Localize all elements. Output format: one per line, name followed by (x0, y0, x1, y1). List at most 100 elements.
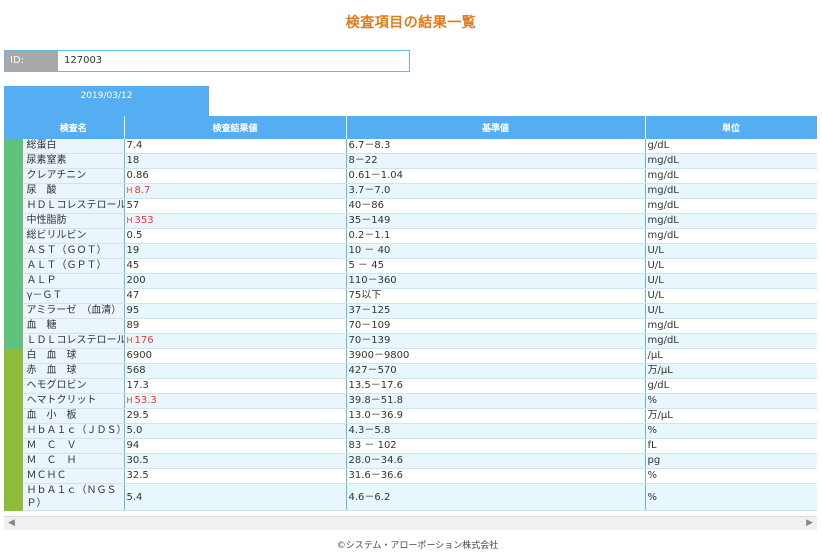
reference-range: 5 － 45 (346, 258, 646, 274)
reference-range: 13.5－17.6 (346, 378, 646, 394)
result-value: 7.4 (126, 140, 143, 151)
table-row: 尿素窒素 18 8－22 mg/dL (4, 153, 817, 169)
result-cell: H 53.3 (124, 393, 347, 409)
table-row: ＨｂＡ１ｃ（ＮＧＳＰ） 5.4 4.6－6.2% (4, 483, 817, 511)
test-name: γ－ＧＴ (23, 288, 125, 304)
reference-range: 8－22 (346, 153, 646, 169)
table-row: 赤 血 球 568 427－570 万/μL (4, 363, 817, 379)
unit: % (645, 483, 817, 511)
unit: mg/dL (645, 168, 817, 184)
reference-range: 70－109 (346, 318, 646, 334)
result-cell: 17.3 (124, 378, 347, 394)
test-name: ＡＬＰ (23, 273, 125, 289)
header-group-marker (4, 116, 23, 139)
horizontal-scrollbar[interactable]: ◀ ▶ (4, 516, 817, 530)
table-row: ＨｂＡ１ｃ（ＪＤＳ） 5.0 4.3－5.8% (4, 423, 817, 439)
test-name: 白 血 球 (23, 348, 125, 364)
unit: mg/dL (645, 333, 817, 349)
result-value: 89 (126, 320, 140, 331)
test-name: ＨｂＡ１ｃ（ＮＧＳＰ） (23, 483, 125, 511)
table-row: Ｍ Ｃ Ｖ 94 83 － 102 fL (4, 438, 817, 454)
test-name: 赤 血 球 (23, 363, 125, 379)
result-value: 568 (126, 365, 146, 376)
date-tab[interactable]: 2019/03/12 (4, 86, 209, 116)
result-cell: 89 (124, 318, 347, 334)
header-unit: 単位 (645, 116, 817, 139)
result-value: 5.4 (126, 491, 143, 503)
result-value: 53.3 (134, 395, 157, 406)
table-row: ＡＳＴ（ＧＯＴ） 19 10 － 40 U/L (4, 243, 817, 259)
high-flag: H (126, 336, 133, 345)
reference-range: 6.7－8.3 (346, 139, 646, 154)
reference-range: 0.2－1.1 (346, 228, 646, 244)
result-cell: 0.86 (124, 168, 347, 184)
result-value: 200 (126, 275, 146, 286)
reference-range: 37－125 (346, 303, 646, 319)
table-body: 総蛋白 7.4 6.7－8.3 g/dL 尿素窒素 18 8－22 mg/dL クレアチニン 0.… (4, 139, 817, 511)
result-cell: H 176 (124, 333, 347, 349)
result-cell: 30.5 (124, 453, 347, 469)
table-row: Ｍ Ｃ Ｈ 30.5 28.0－34.6 pg (4, 453, 817, 469)
unit: g/dL (645, 378, 817, 394)
result-value: 30.5 (126, 455, 149, 466)
result-cell: H 353 (124, 213, 347, 229)
test-name: Ｍ Ｃ Ｈ (23, 453, 125, 469)
result-cell: 94 (124, 438, 347, 454)
scroll-right-arrow-icon[interactable]: ▶ (806, 518, 813, 529)
result-value: 6900 (126, 350, 152, 361)
result-value: 5.0 (126, 425, 143, 436)
id-value: 127003 (64, 55, 103, 66)
reference-range: 4.3－5.8 (346, 423, 646, 439)
test-name: 血 小 板 (23, 408, 125, 424)
table-row: ＡＬＰ 200 110－360 U/L (4, 273, 817, 289)
reference-range: 10 － 40 (346, 243, 646, 259)
unit: U/L (645, 273, 817, 289)
result-value: 94 (126, 440, 140, 451)
result-cell: 200 (124, 273, 347, 289)
copyright-footer: ©システム・アローポーション株式会社 (336, 541, 499, 551)
result-value: 353 (134, 215, 154, 226)
table-row: ヘマトクリット H 53.3 39.8－51.8% (4, 393, 817, 409)
result-cell: 5.4 (124, 483, 347, 511)
unit: U/L (645, 243, 817, 259)
reference-range: 427－570 (346, 363, 646, 379)
result-value: 8.7 (134, 185, 151, 196)
reference-range: 39.8－51.8 (346, 393, 646, 409)
table-row: γ－ＧＴ 47 75以下 U/L (4, 288, 817, 304)
test-name: 尿素窒素 (23, 153, 125, 169)
unit: /μL (645, 348, 817, 364)
result-cell: 45 (124, 258, 347, 274)
unit: U/L (645, 288, 817, 304)
result-cell: 95 (124, 303, 347, 319)
group-color-bar (4, 139, 24, 349)
result-value: 18 (126, 155, 140, 166)
result-cell: 29.5 (124, 408, 347, 424)
unit: mg/dL (645, 198, 817, 214)
unit: U/L (645, 303, 817, 319)
test-name: 総ビリルビン (23, 228, 125, 244)
scroll-left-arrow-icon[interactable]: ◀ (8, 518, 15, 529)
table-row: 中性脂肪 H 353 35－149 mg/dL (4, 213, 817, 229)
reference-range: 3900－9800 (346, 348, 646, 364)
test-name: ＨＤＬコレステロール (23, 198, 125, 214)
table-row: 血 糖 89 70－109 mg/dL (4, 318, 817, 334)
results-table-container: 検査名 検査結果値 基準値 単位 総蛋白 7.4 6.7－8.3 g/dL 尿素窒素 18… (4, 116, 817, 515)
test-name: 中性脂肪 (23, 213, 125, 229)
table-row: クレアチニン 0.86 0.61－1.04 mg/dL (4, 168, 817, 184)
result-value: 32.5 (126, 470, 149, 481)
results-table: 検査名 検査結果値 基準値 単位 総蛋白 7.4 6.7－8.3 g/dL 尿素窒素 18… (4, 116, 817, 511)
result-cell: 6900 (124, 348, 347, 364)
table-row: アミラーゼ （血清） 95 37－125 U/L (4, 303, 817, 319)
high-flag: H (126, 216, 133, 225)
test-name: ＭＣＨＣ (23, 468, 125, 484)
test-name: ヘマトクリット (23, 393, 125, 409)
table-row: ヘモグロビン 17.3 13.5－17.6 g/dL (4, 378, 817, 394)
result-cell: 18 (124, 153, 347, 169)
page-title: 検査項目の結果一覧 (345, 15, 477, 31)
result-cell: 0.5 (124, 228, 347, 244)
reference-range: 75以下 (346, 288, 646, 304)
reference-range: 40－86 (346, 198, 646, 214)
unit: 万/μL (645, 408, 817, 424)
test-name: アミラーゼ （血清） (23, 303, 125, 319)
reference-range: 13.0－36.9 (346, 408, 646, 424)
